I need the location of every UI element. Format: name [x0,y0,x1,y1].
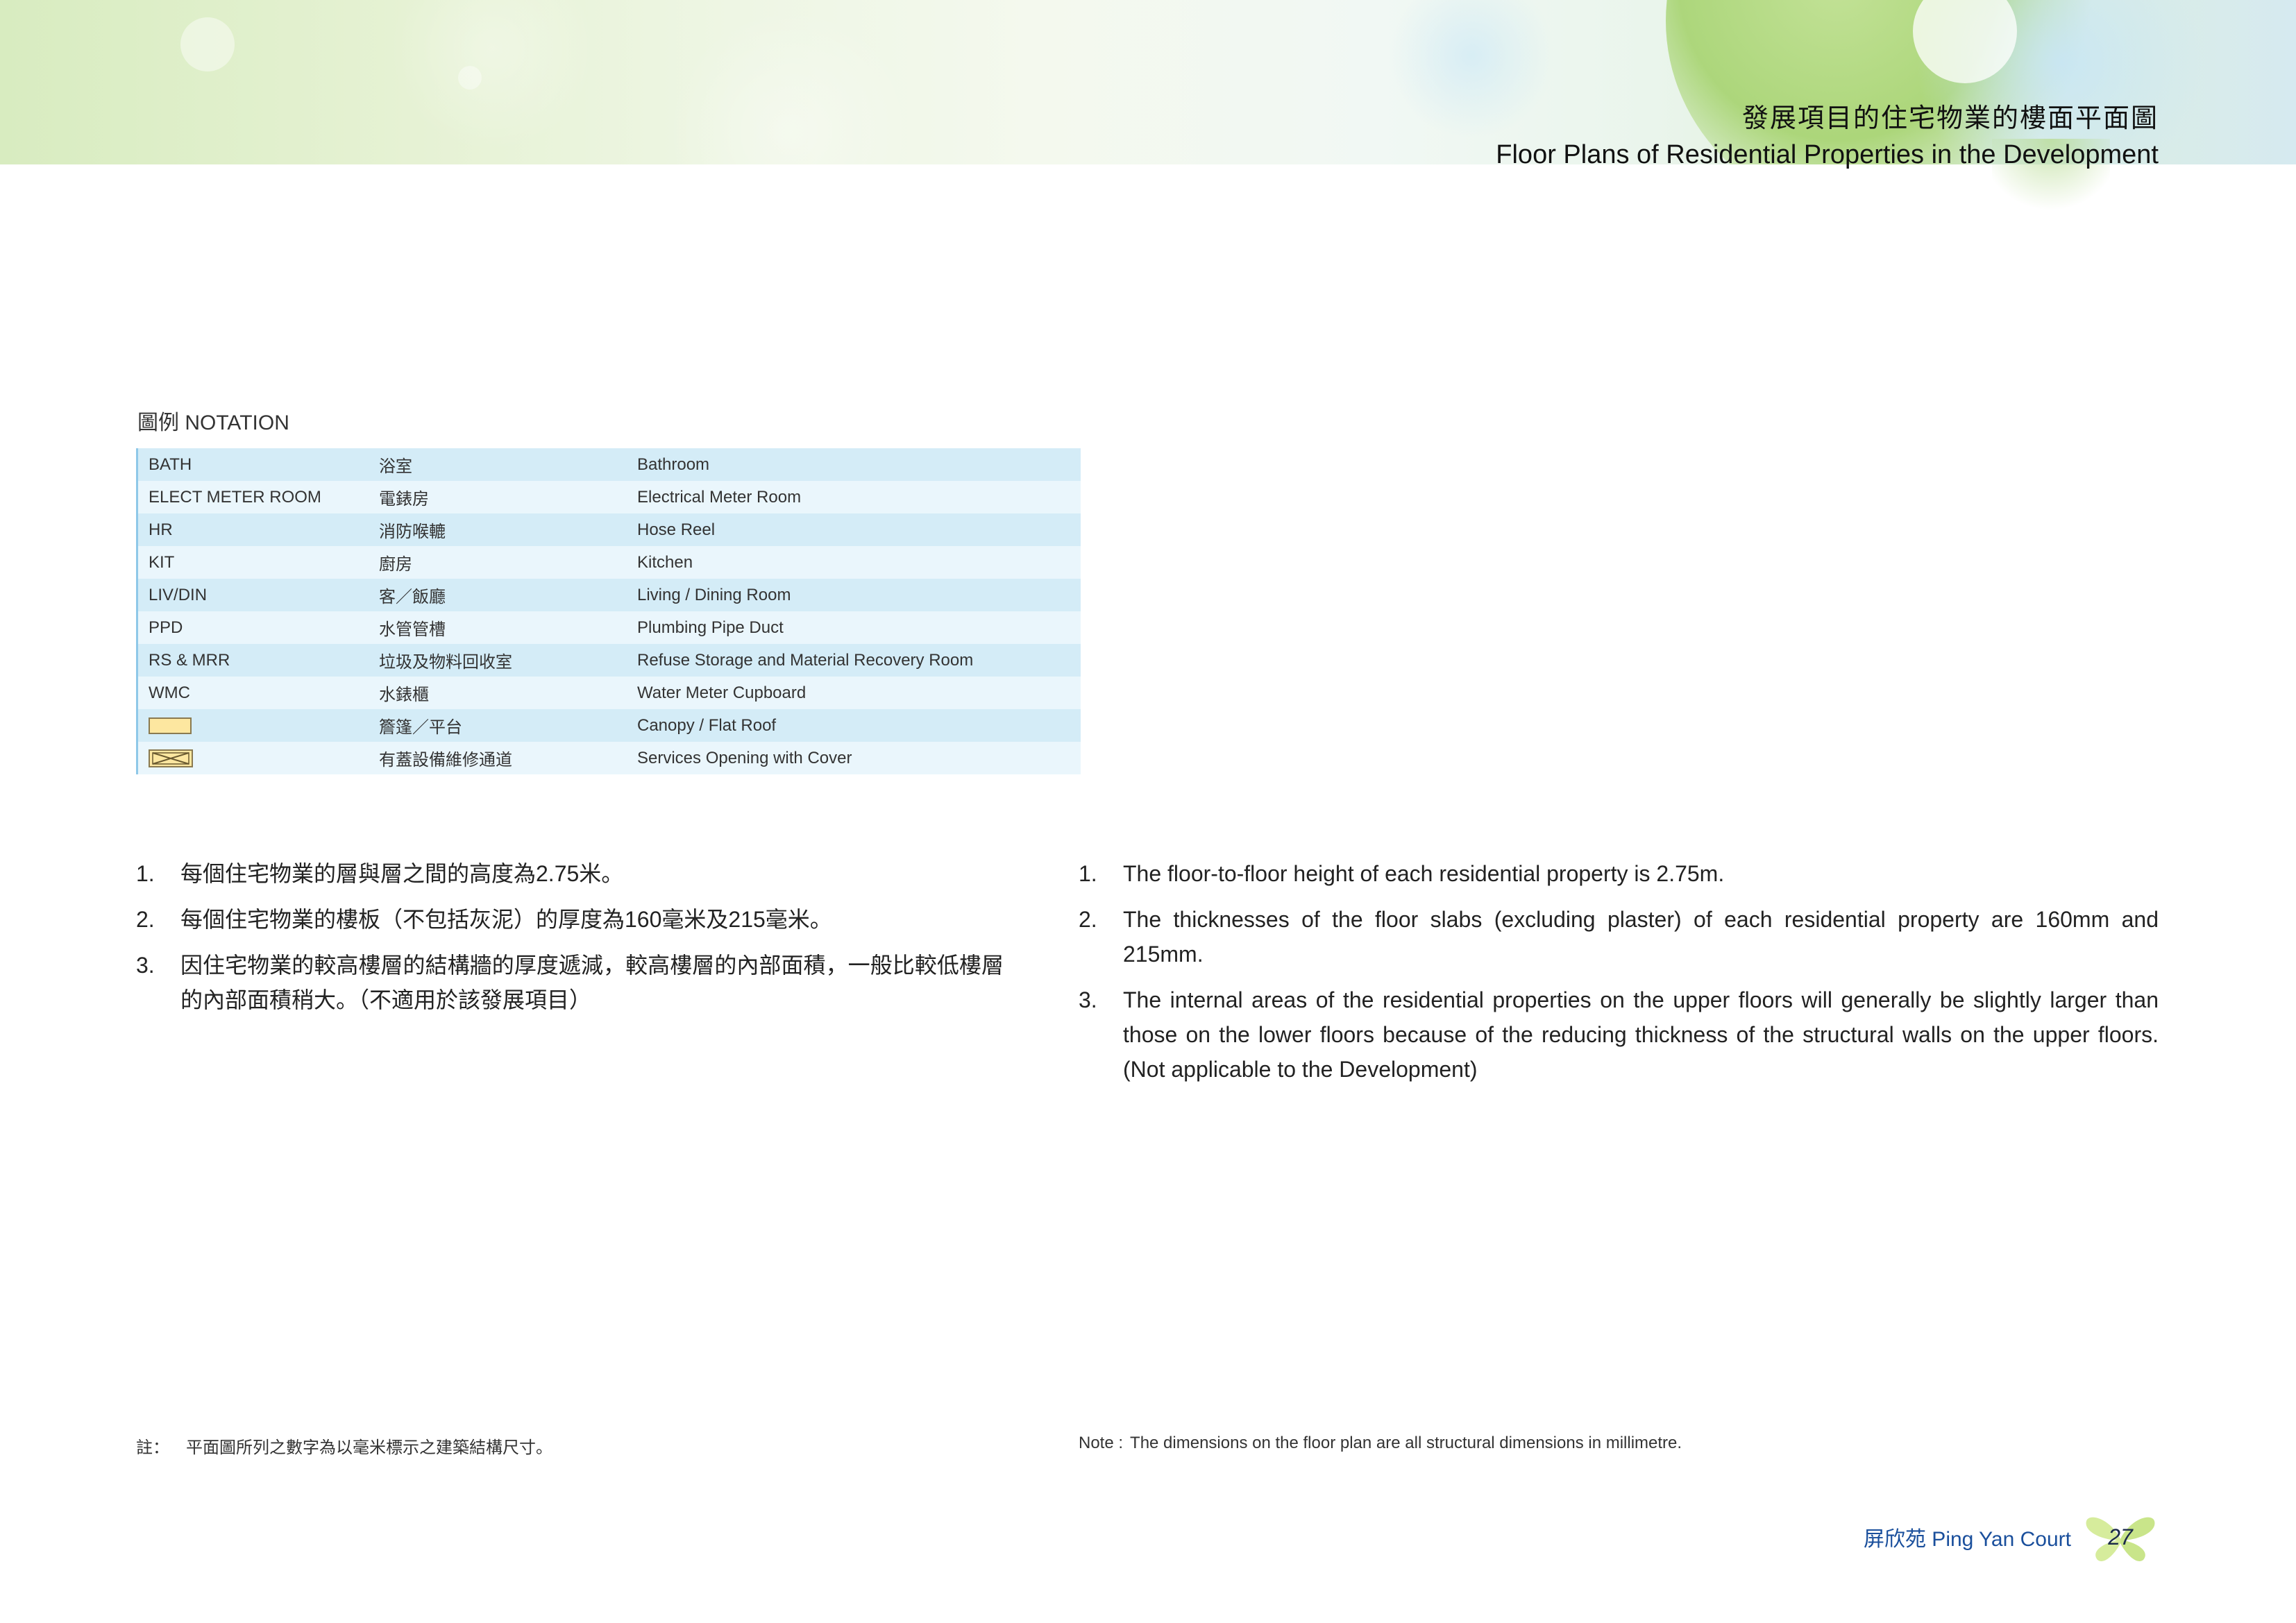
notation-row: LIV/DIN 客／飯廳 Living / Dining Room [138,579,1081,611]
footnote-text: 平面圖所列之數字為以毫米標示之建築結構尺寸。 [186,1438,552,1457]
notation-zh: 廚房 [379,555,412,574]
footnote-label: Note : [1079,1434,1124,1452]
note-text: 每個住宅物業的樓板（不包括灰泥）的厚度為160毫米及215毫米。 [180,907,832,932]
notation-table: BATH 浴室 Bathroom ELECT METER ROOM 電錶房 El… [136,448,1081,774]
page-number: 27 [2108,1524,2133,1549]
notation-zh: 消防喉轆 [379,522,446,541]
notation-zh: 垃圾及物料回收室 [379,653,512,672]
notation-en: Hose Reel [637,520,716,539]
note-item: 3. The internal areas of the residential… [1079,983,2159,1087]
page-title-zh: 發展項目的住宅物業的樓面平面圖 [1741,104,2159,133]
canopy-swatch-icon [149,717,192,735]
notation-row: 有蓋設備維修通道 Services Opening with Cover [138,742,1081,774]
notation-code: PPD [149,618,183,637]
development-name: 屏欣苑 Ping Yan Court [1863,1528,2071,1551]
notation-row: ELECT METER ROOM 電錶房 Electrical Meter Ro… [138,481,1081,513]
notation-symbol-cell [138,749,379,768]
notation-zh: 水管管槽 [379,620,446,639]
note-item: 1. 每個住宅物業的層與層之間的高度為2.75米。 [136,856,1004,891]
services-opening-cover-icon [149,749,193,768]
notation-en: Canopy / Flat Roof [637,715,777,735]
note-number: 1. [1079,861,1097,886]
note-item: 2. 每個住宅物業的樓板（不包括灰泥）的厚度為160毫米及215毫米。 [136,902,1004,937]
page-number-badge: 27 [2082,1511,2159,1563]
notation-row: RS & MRR 垃圾及物料回收室 Refuse Storage and Mat… [138,644,1081,677]
note-text: The floor-to-floor height of each reside… [1123,861,1725,886]
notation-zh: 客／飯廳 [379,588,446,606]
notation-code: BATH [149,454,192,474]
decorative-bubble [180,17,235,71]
notation-zh: 簷篷／平台 [379,718,462,737]
note-item: 2. The thicknesses of the floor slabs (e… [1079,902,2159,971]
notation-code: KIT [149,552,175,572]
note-number: 3. [1079,987,1097,1012]
note-number: 1. [136,861,155,886]
notation-code: RS & MRR [149,650,230,670]
page-footer: 屏欣苑 Ping Yan Court 27 [1864,1511,2159,1563]
notation-row: PPD 水管管槽 Plumbing Pipe Duct [138,611,1081,644]
notation-code: HR [149,520,173,539]
footnote-zh: 註： 平面圖所列之數字為以毫米標示之建築結構尺寸。 [136,1434,552,1458]
notation-row: WMC 水錶櫃 Water Meter Cupboard [138,677,1081,709]
notation-en: Water Meter Cupboard [637,683,807,702]
notation-symbol-cell [138,716,379,736]
notation-zh: 浴室 [379,457,412,476]
page-title-en: Floor Plans of Residential Properties in… [1496,140,2159,169]
notation-en: Electrical Meter Room [637,487,802,507]
footnote-en: Note : The dimensions on the floor plan a… [1079,1434,1682,1453]
notation-zh: 有蓋設備維修通道 [379,751,512,770]
decorative-bubble [389,0,597,153]
notation-code: WMC [149,683,190,702]
notation-row: 簷篷／平台 Canopy / Flat Roof [138,709,1081,742]
notation-row: KIT 廚房 Kitchen [138,546,1081,579]
note-item: 3. 因住宅物業的較高樓層的結構牆的厚度遞減，較高樓層的內部面積，一般比較低樓層… [136,948,1004,1017]
notation-en: Bathroom [637,454,710,474]
notation-code: ELECT METER ROOM [149,487,321,507]
notation-en: Refuse Storage and Material Recovery Roo… [637,650,974,670]
notation-en: Living / Dining Room [637,585,791,604]
notation-zh: 電錶房 [379,490,429,509]
note-text: 每個住宅物業的層與層之間的高度為2.75米。 [180,861,624,886]
notation-row: HR 消防喉轆 Hose Reel [138,513,1081,546]
note-text: 因住宅物業的較高樓層的結構牆的厚度遞減，較高樓層的內部面積，一般比較低樓層的內部… [180,953,1004,1012]
notation-en: Plumbing Pipe Duct [637,618,784,637]
footnote-text: The dimensions on the floor plan are all… [1130,1434,1682,1452]
decorative-bubble [666,7,916,164]
notation-en: Services Opening with Cover [637,748,852,767]
notation-code: LIV/DIN [149,585,208,604]
note-number: 2. [1079,907,1097,932]
note-text: The internal areas of the residential pr… [1123,987,2159,1082]
notation-row: BATH 浴室 Bathroom [138,448,1081,481]
notation-en: Kitchen [637,552,693,572]
note-number: 2. [136,907,155,932]
notation-zh: 水錶櫃 [379,686,429,704]
note-item: 1. The floor-to-floor height of each res… [1079,856,2159,891]
note-number: 3. [136,953,155,978]
notes-en: 1. The floor-to-floor height of each res… [1079,856,2159,1098]
page-header: 發展項目的住宅物業的樓面平面圖 Floor Plans of Residenti… [1496,101,2159,173]
footnote-label: 註： [136,1438,169,1457]
note-text: The thicknesses of the floor slabs (excl… [1123,907,2159,967]
notes-zh: 1. 每個住宅物業的層與層之間的高度為2.75米。 2. 每個住宅物業的樓板（不… [136,856,1004,1028]
notation-title: 圖例 NOTATION [137,411,289,434]
